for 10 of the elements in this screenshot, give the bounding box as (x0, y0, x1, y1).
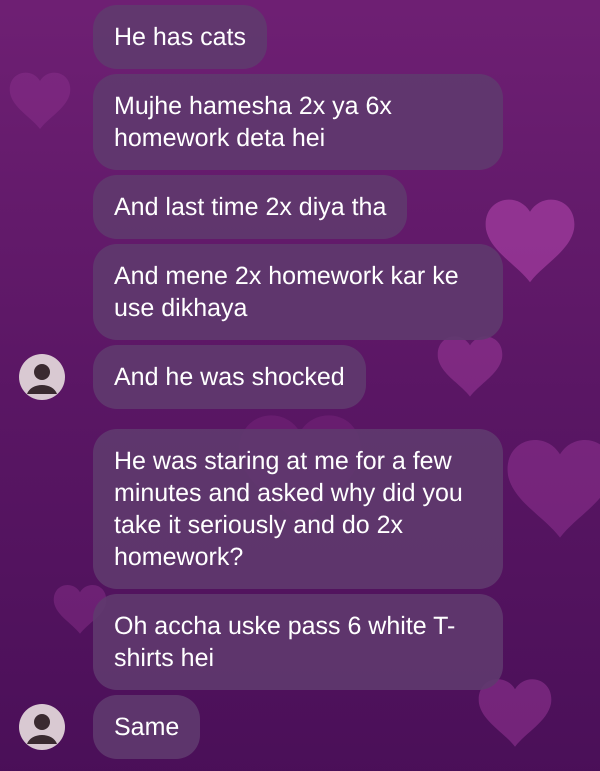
avatar[interactable] (18, 704, 64, 750)
message-bubble: Same (93, 695, 200, 759)
message-bubble: And mene 2x homework kar ke use dikhaya (93, 244, 503, 340)
message-bubble: And last time 2x diya tha (93, 175, 408, 239)
message-bubble: Mujhe hamesha 2x ya 6x homework deta hei (93, 74, 503, 170)
message-bubble: Oh accha uske pass 6 white T-shirts hei (93, 594, 503, 690)
message-bubble: And he was shocked (93, 345, 366, 409)
message-bubble: He has cats (93, 5, 268, 69)
message-bubble: He was staring at me for a few minutes and asked why did you take it seriously and do 2x homework? (93, 429, 503, 589)
avatar[interactable] (18, 354, 64, 400)
